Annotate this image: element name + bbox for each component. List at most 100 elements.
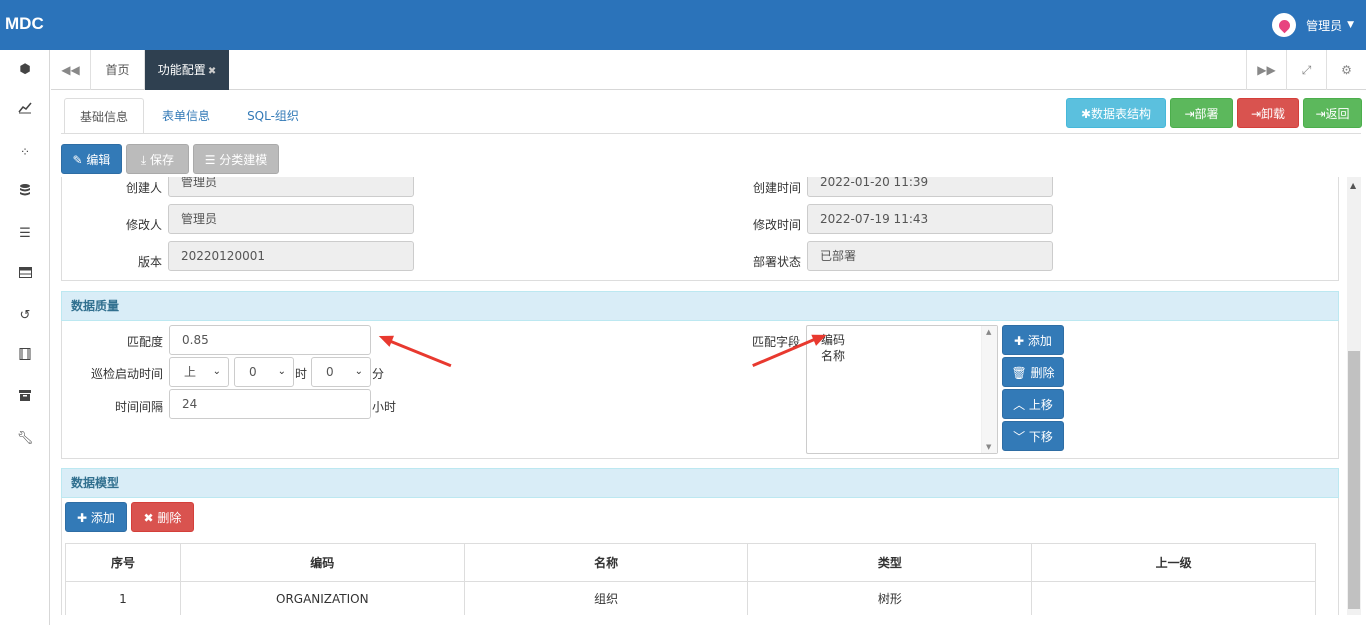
remove-field-button[interactable]: 🗑︎ 删除 xyxy=(1002,357,1064,387)
tabs-scroll-left-icon[interactable]: ◀◀ xyxy=(51,50,91,90)
version-field[interactable]: 20220120001 xyxy=(168,241,414,271)
archive-icon[interactable] xyxy=(0,388,50,408)
film-icon[interactable] xyxy=(0,347,50,367)
column-header[interactable]: 序号 xyxy=(65,543,181,582)
divider xyxy=(61,133,1361,134)
scroll-down-icon[interactable]: ▼ xyxy=(986,443,991,451)
close-icon[interactable]: ✖ xyxy=(208,66,216,77)
page-tabbar: ◀◀ 首页 功能配置 ✖ ▶▶ ⤢ ⚙ xyxy=(51,50,1366,90)
interval-input[interactable]: 24 xyxy=(169,389,371,419)
interval-unit: 小时 xyxy=(372,400,397,414)
tab-label: 功能配置 xyxy=(157,63,206,77)
chevron-down-icon: ﹀ xyxy=(1013,430,1029,444)
close-icon: ✖ xyxy=(143,511,158,525)
tabs-scroll-right-icon[interactable]: ▶▶ xyxy=(1246,50,1286,90)
match-fields-listbox[interactable]: 编码 名称 ▲ ▼ xyxy=(806,325,998,454)
avatar xyxy=(1272,13,1297,37)
column-header[interactable]: 类型 xyxy=(747,543,1033,582)
sign-in-icon: ⇥ xyxy=(1315,107,1326,121)
sign-in-icon: ⇥ xyxy=(1250,107,1262,121)
top-navbar: MDC 管理员 ▼ xyxy=(0,0,1366,50)
fullscreen-icon[interactable]: ⤢ xyxy=(1286,50,1326,90)
gear-icon[interactable]: ⚙ xyxy=(1326,50,1366,90)
ampm-select[interactable]: 上 ⌄ xyxy=(169,357,229,387)
hour-select[interactable]: 0 ⌄ xyxy=(234,357,294,387)
move-up-button[interactable]: ︿ 上移 xyxy=(1002,389,1064,419)
category-model-button[interactable]: ☰ 分类建模 xyxy=(193,144,279,174)
created-time-label: 创建时间 xyxy=(752,181,801,195)
table-structure-button[interactable]: ✱数据表结构 xyxy=(1066,98,1166,128)
minute-unit: 分 xyxy=(372,367,385,381)
modifier-field[interactable]: 管理员 xyxy=(168,204,414,234)
column-header[interactable]: 名称 xyxy=(463,543,749,582)
content-scrollbar[interactable]: ▲ xyxy=(1347,177,1361,615)
list-item[interactable]: 编码 xyxy=(807,326,997,348)
add-field-button[interactable]: ✚ 添加 xyxy=(1002,325,1064,355)
deploy-state-field[interactable]: 已部署 xyxy=(807,241,1053,271)
chevron-down-icon: ⌄ xyxy=(212,366,221,377)
sub-tabs: 基础信息 表单信息 SQL-组织 xyxy=(61,98,1361,134)
column-header[interactable]: 上一级 xyxy=(1031,543,1316,582)
data-model-heading: 数据模型 xyxy=(61,468,1339,498)
scroll-up-icon[interactable]: ▲ xyxy=(1350,181,1356,190)
created-time-field[interactable]: 2022-01-20 11:39 xyxy=(807,177,1053,197)
table-cell: 树形 xyxy=(747,581,1033,615)
trash-icon: 🗑︎ xyxy=(1011,366,1031,380)
user-name: 管理员 xyxy=(1306,18,1343,33)
table-cell: 组织 xyxy=(463,581,749,615)
match-label: 匹配度 xyxy=(126,335,163,349)
patrol-start-label: 巡检启动时间 xyxy=(90,367,163,381)
user-menu[interactable]: 管理员 ▼ xyxy=(1272,13,1354,37)
move-down-button[interactable]: ﹀ 下移 xyxy=(1002,421,1064,451)
minute-select[interactable]: 0 ⌄ xyxy=(311,357,371,387)
list-item[interactable]: 名称 xyxy=(807,348,997,364)
listbox-scrollbar[interactable]: ▲ ▼ xyxy=(981,326,997,453)
database-icon[interactable] xyxy=(0,183,50,203)
scrollbar-thumb[interactable] xyxy=(1348,351,1360,609)
modified-time-label: 修改时间 xyxy=(752,218,801,232)
modified-time-field[interactable]: 2022-07-19 11:43 xyxy=(807,204,1053,234)
data-model-table: 序号 编码 名称 类型 上一级 1 ORGANIZATION 组织 树形 xyxy=(65,543,1316,615)
tab-function-config[interactable]: 功能配置 ✖ xyxy=(145,50,229,90)
app-brand[interactable]: MDC xyxy=(5,14,44,34)
wrench-icon[interactable]: 🔧︎ xyxy=(0,429,50,449)
basic-info-panel: 创建人 管理员 创建时间 2022-01-20 11:39 修改人 管理员 修改… xyxy=(61,177,1339,281)
hour-unit: 时 xyxy=(295,367,308,381)
save-button[interactable]: ⤓ 保存 xyxy=(126,144,189,174)
tab-sql-org[interactable]: SQL-组织 xyxy=(233,98,313,134)
caret-down-icon: ▼ xyxy=(1347,20,1354,30)
sidebar: ⬢ ⁘ ☰ ↺ 🔧︎ xyxy=(0,50,50,625)
list-icon[interactable]: ☰ xyxy=(0,224,50,244)
modifier-label: 修改人 xyxy=(125,218,162,232)
creator-field[interactable]: 管理员 xyxy=(168,177,414,197)
match-input[interactable]: 0.85 xyxy=(169,325,371,355)
remove-model-button[interactable]: ✖ 删除 xyxy=(131,502,194,532)
column-header[interactable]: 编码 xyxy=(179,543,465,582)
back-button[interactable]: ⇥返回 xyxy=(1303,98,1362,128)
undeploy-button[interactable]: ⇥卸载 xyxy=(1237,98,1299,128)
tab-form-info[interactable]: 表单信息 xyxy=(146,98,226,134)
data-quality-heading: 数据质量 xyxy=(61,291,1339,321)
interval-label: 时间间隔 xyxy=(114,400,163,414)
table-cell: 1 xyxy=(65,581,181,615)
creator-label: 创建人 xyxy=(125,181,162,195)
edit-icon: ✎ xyxy=(72,153,87,167)
add-model-button[interactable]: ✚ 添加 xyxy=(65,502,127,532)
download-icon: ⤓ xyxy=(140,153,151,167)
table-icon[interactable] xyxy=(0,265,50,285)
spinner-icon[interactable]: ⁘ xyxy=(0,142,50,162)
tab-home[interactable]: 首页 xyxy=(91,50,145,90)
asterisk-icon: ✱ xyxy=(1080,107,1092,121)
chart-line-icon[interactable] xyxy=(0,101,50,121)
form-content[interactable]: 创建人 管理员 创建时间 2022-01-20 11:39 修改人 管理员 修改… xyxy=(61,177,1347,615)
history-icon[interactable]: ↺ xyxy=(0,306,50,326)
tab-basic-info[interactable]: 基础信息 xyxy=(64,98,144,134)
table-cell xyxy=(1031,581,1316,615)
table-row[interactable]: 1 ORGANIZATION 组织 树形 xyxy=(65,581,1316,615)
scroll-up-icon[interactable]: ▲ xyxy=(986,328,991,336)
cube-icon[interactable]: ⬢ xyxy=(0,60,50,80)
sign-in-icon: ⇥ xyxy=(1184,107,1195,121)
deploy-button[interactable]: ⇥部署 xyxy=(1170,98,1233,128)
edit-button[interactable]: ✎ 编辑 xyxy=(61,144,122,174)
deploy-state-label: 部署状态 xyxy=(752,255,801,269)
